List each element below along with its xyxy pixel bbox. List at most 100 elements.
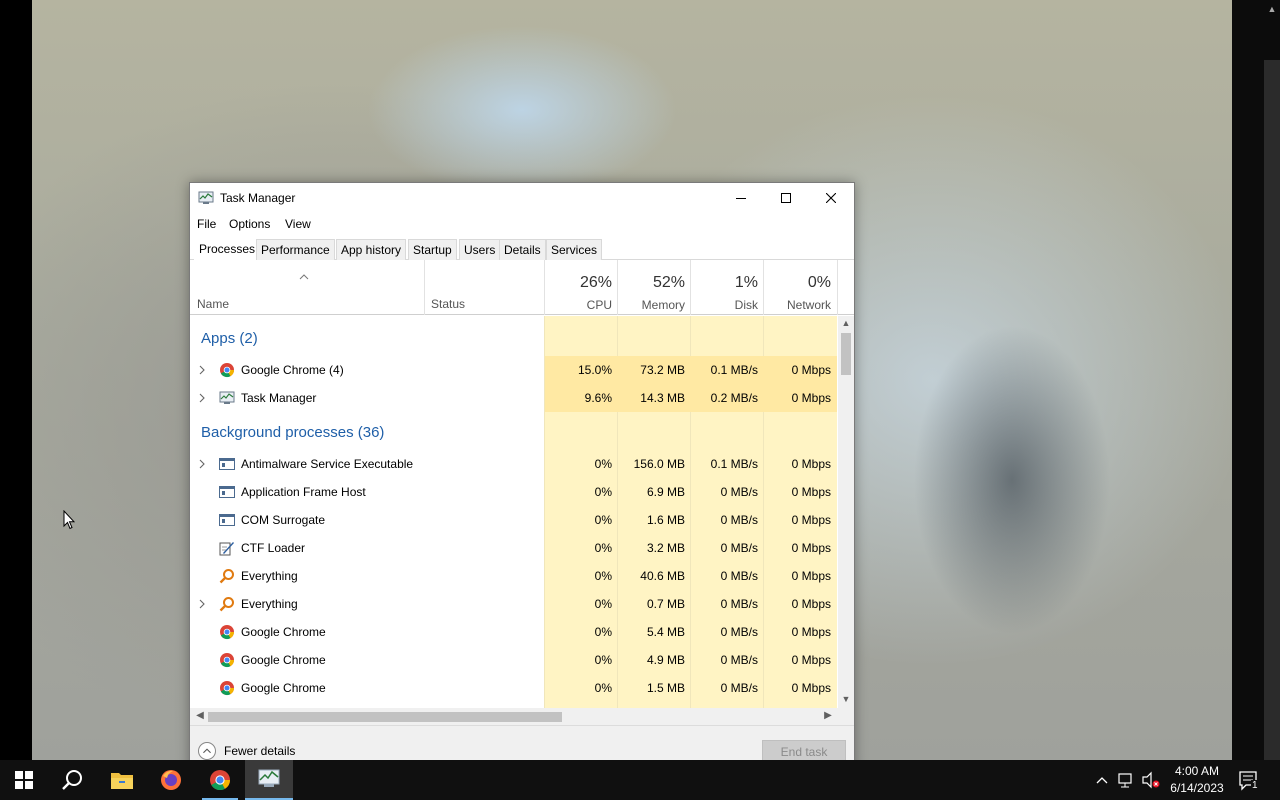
expand-chevron-icon[interactable]: [198, 364, 206, 375]
process-name: Task Manager: [241, 391, 317, 405]
title-bar[interactable]: Task Manager: [190, 183, 854, 213]
tab-performance[interactable]: Performance: [256, 239, 335, 260]
start-button[interactable]: [0, 760, 48, 800]
scroll-corner: [838, 708, 854, 725]
process-row[interactable]: Everything 0% 40.6 MB 0 MB/s 0 Mbps: [190, 562, 838, 590]
process-name: Google Chrome (4): [241, 363, 344, 377]
everything-search-icon: [219, 596, 235, 612]
process-row[interactable]: Google Chrome 0% 1.5 MB 0 MB/s 0 Mbps: [190, 674, 838, 702]
menu-view[interactable]: View: [285, 217, 311, 231]
window-title: Task Manager: [220, 191, 296, 205]
menu-file[interactable]: File: [197, 217, 216, 231]
tab-app-history[interactable]: App history: [336, 239, 407, 260]
taskbar: 4:00 AM 6/14/2023 1: [0, 760, 1280, 800]
fewer-details-link[interactable]: Fewer details: [224, 744, 295, 758]
process-list[interactable]: Apps (2) Google Chrome (4) 15.0% 73.2 MB 0.…: [190, 316, 838, 708]
file-explorer-icon: [111, 773, 133, 789]
process-row[interactable]: Application Frame Host 0% 6.9 MB 0 MB/s 0 Mb…: [190, 478, 838, 506]
taskbar-task-manager[interactable]: [245, 760, 293, 800]
process-network: 0 Mbps: [791, 363, 831, 377]
tab-details[interactable]: Details: [499, 239, 546, 260]
process-memory: 0.7 MB: [646, 597, 685, 611]
task-manager-window[interactable]: Task Manager File Options View Processes…: [189, 182, 855, 772]
process-row[interactable]: Task Manager 9.6% 14.3 MB 0.2 MB/s 0 Mbps: [190, 384, 838, 412]
process-memory: 3.2 MB: [646, 541, 685, 555]
expand-chevron-icon[interactable]: [198, 458, 206, 469]
column-network-header[interactable]: 0% Network: [763, 260, 838, 315]
maximize-button[interactable]: [763, 183, 809, 213]
volume-tray-button[interactable]: [1141, 760, 1161, 800]
process-network: 0 Mbps: [791, 625, 831, 639]
minimize-icon: [736, 198, 746, 199]
tab-services[interactable]: Services: [546, 239, 603, 260]
scroll-up-icon[interactable]: ▲: [1266, 4, 1278, 14]
process-name: Google Chrome: [241, 653, 326, 667]
process-row[interactable]: Google Chrome 0% 4.9 MB 0 MB/s 0 Mbps: [190, 646, 838, 674]
process-memory: 5.4 MB: [646, 625, 685, 639]
horizontal-scrollbar[interactable]: ◀ ▶: [190, 708, 838, 725]
process-network: 0 Mbps: [791, 541, 831, 555]
taskbar-firefox[interactable]: [147, 760, 195, 800]
column-cpu-header[interactable]: 26% CPU: [544, 260, 618, 315]
process-name: Antimalware Service Executable: [241, 457, 414, 471]
process-disk: 0 MB/s: [720, 597, 758, 611]
network-label: Network: [786, 298, 831, 312]
process-memory: 1.6 MB: [646, 513, 685, 527]
clock-date: 6/14/2023: [1170, 781, 1224, 795]
tab-processes[interactable]: Processes: [194, 236, 261, 261]
vertical-scroll-thumb[interactable]: [841, 333, 851, 375]
process-disk: 0 MB/s: [720, 569, 758, 583]
horizontal-scroll-thumb[interactable]: [208, 712, 562, 722]
process-network: 0 Mbps: [791, 457, 831, 471]
desktop-scrollbar[interactable]: [1264, 60, 1280, 760]
network-tray-button[interactable]: [1117, 760, 1137, 800]
chevron-up-icon[interactable]: [198, 742, 216, 760]
cpu-total-percent: 26%: [579, 274, 612, 291]
process-cpu: 0%: [594, 569, 612, 583]
maximize-icon: [781, 193, 791, 203]
column-status-header[interactable]: Status: [431, 297, 465, 311]
close-button[interactable]: [808, 183, 854, 213]
process-row[interactable]: Google Chrome (4) 15.0% 73.2 MB 0.1 MB/s 0 M…: [190, 356, 838, 384]
tab-startup[interactable]: Startup: [408, 239, 457, 260]
process-network: 0 Mbps: [791, 485, 831, 499]
chrome-icon: [219, 680, 235, 696]
process-name: COM Surrogate: [241, 513, 326, 527]
action-center-button[interactable]: 1: [1238, 760, 1260, 800]
expand-chevron-icon[interactable]: [198, 392, 206, 403]
column-disk-header[interactable]: 1% Disk: [690, 260, 764, 315]
firefox-icon: [161, 770, 181, 790]
process-row[interactable]: COM Surrogate 0% 1.6 MB 0 MB/s 0 Mbps: [190, 506, 838, 534]
process-row[interactable]: Google Chrome 0% 5.4 MB 0 MB/s 0 Mbps: [190, 618, 838, 646]
process-row[interactable]: Everything 0% 0.7 MB 0 MB/s 0 Mbps: [190, 590, 838, 618]
tab-users[interactable]: Users: [459, 239, 501, 260]
process-cpu: 0%: [594, 625, 612, 639]
taskbar-clock[interactable]: 4:00 AM 6/14/2023: [1162, 763, 1232, 797]
taskbar-search-button[interactable]: [48, 760, 96, 800]
network-disconnected-icon: [1118, 773, 1132, 788]
scroll-down-icon[interactable]: ▼: [841, 694, 851, 706]
scroll-right-icon[interactable]: ▶: [822, 710, 834, 722]
vertical-scrollbar[interactable]: ▲ ▼: [838, 316, 854, 708]
scroll-up-icon[interactable]: ▲: [841, 318, 851, 330]
show-hidden-icons-button[interactable]: [1094, 760, 1110, 800]
menu-options[interactable]: Options: [229, 217, 270, 231]
service-window-icon: [219, 484, 235, 500]
process-row[interactable]: Antimalware Service Executable 0% 156.0 MB…: [190, 450, 838, 478]
volume-muted-icon: [1142, 771, 1160, 789]
taskbar-chrome[interactable]: [196, 760, 244, 800]
notification-count: 1: [1251, 780, 1259, 791]
end-task-button[interactable]: End task: [762, 740, 846, 762]
column-name-header[interactable]: Name: [197, 297, 229, 311]
column-memory-header[interactable]: 52% Memory: [617, 260, 691, 315]
minimize-button[interactable]: [718, 183, 764, 213]
everything-search-icon: [219, 568, 235, 584]
expand-chevron-icon[interactable]: [198, 598, 206, 609]
process-row[interactable]: CTF Loader 0% 3.2 MB 0 MB/s 0 Mbps: [190, 534, 838, 562]
process-memory: 73.2 MB: [640, 363, 685, 377]
process-disk: 0.1 MB/s: [710, 363, 758, 377]
service-window-icon: [219, 512, 235, 528]
scroll-left-icon[interactable]: ◀: [194, 710, 206, 722]
process-disk: 0 MB/s: [720, 653, 758, 667]
taskbar-file-explorer[interactable]: [98, 760, 146, 800]
